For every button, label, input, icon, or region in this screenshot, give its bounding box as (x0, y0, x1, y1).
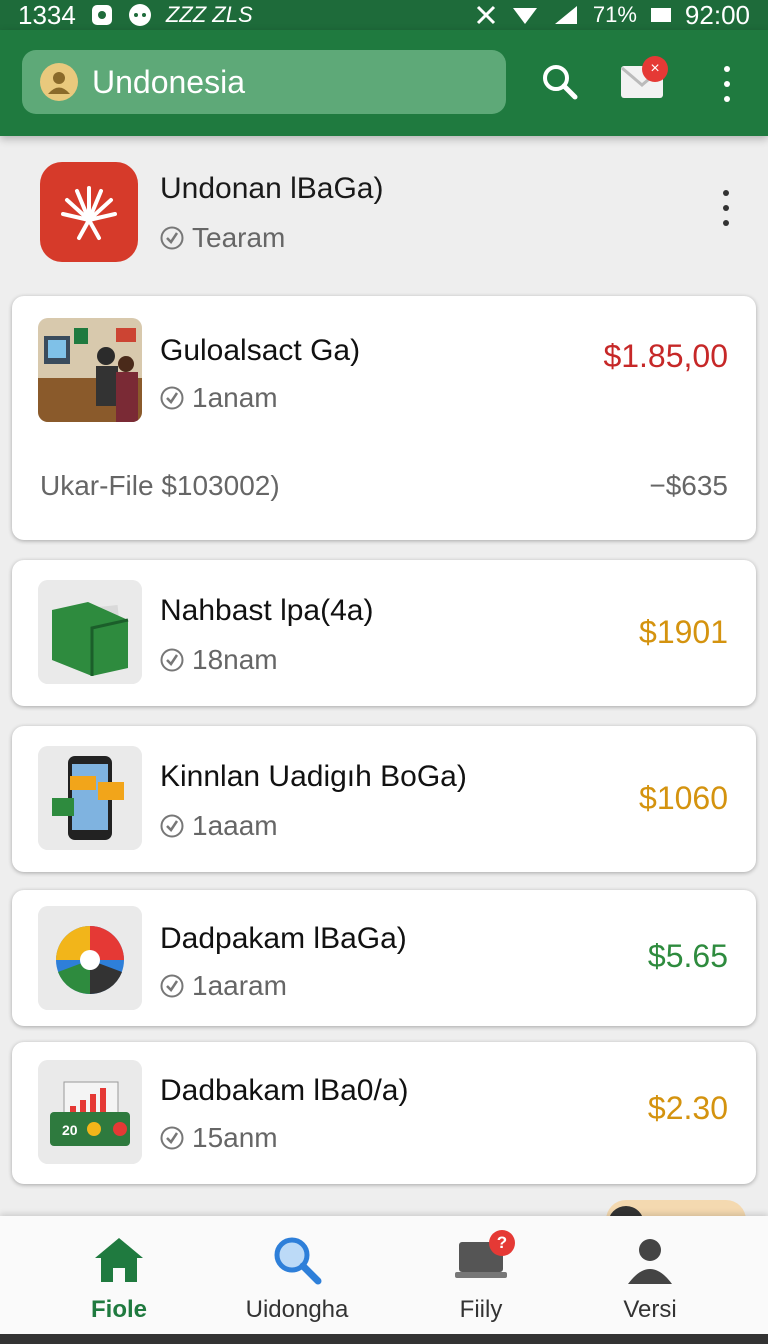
check-circle-icon (160, 974, 184, 998)
folder-thumbnail (38, 580, 142, 684)
card-amount: $1901 (639, 614, 728, 650)
search-icon (543, 65, 578, 100)
account-header: Undonan lBaGa) Tearam (0, 140, 768, 290)
phone-app-thumbnail (38, 746, 142, 850)
check-circle-icon (160, 648, 184, 672)
status-left-text: 1334 (18, 0, 76, 30)
signal-icon (553, 4, 579, 26)
card-amount: $2.30 (647, 1090, 728, 1126)
overflow-menu-icon[interactable] (717, 66, 737, 102)
clock: 92:00 (684, 0, 750, 30)
search-icon (269, 1234, 325, 1286)
nav-item-files[interactable]: ? Fiily (385, 1216, 577, 1344)
pie-chart-thumbnail (38, 906, 142, 1010)
user-avatar-icon[interactable] (40, 63, 78, 101)
check-circle-icon (160, 386, 184, 410)
account-menu-icon[interactable] (716, 190, 736, 226)
account-subtitle: Tearam (160, 222, 285, 254)
account-subtitle-text: Tearam (192, 222, 286, 253)
notification-icon (90, 3, 114, 27)
card-subtitle-text: 15anm (192, 1122, 278, 1153)
search-button[interactable] (532, 54, 588, 110)
card-footer-label: Ukar-File $103002) (40, 470, 280, 501)
card-subtitle: 1aaram (160, 970, 287, 1002)
nav-item-home[interactable]: Fiole (23, 1216, 215, 1344)
transaction-card[interactable]: Guloalsact Ga) 1anam $1.85,00 Ukar-File … (12, 296, 756, 540)
status-bar: 1334 ZZZ ZLS 71% 92:00 (0, 0, 768, 30)
card-subtitle-text: 1aaram (192, 970, 287, 1001)
card-subtitle: 18nam (160, 644, 278, 676)
check-circle-icon (160, 1126, 184, 1150)
battery-percent: 71% (592, 2, 637, 27)
office-photo-thumbnail (38, 318, 142, 422)
search-bar[interactable]: Undonesia (22, 50, 506, 114)
wifi-icon (511, 4, 539, 26)
app-bar: Undonesia × (0, 30, 768, 136)
card-subtitle: 1aaam (160, 810, 278, 842)
check-circle-icon (160, 226, 184, 250)
check-circle-icon (160, 814, 184, 838)
card-footer-amount: −$635 (649, 470, 728, 501)
card-subtitle-text: 18nam (192, 644, 278, 675)
wallet-chart-thumbnail (38, 1060, 142, 1164)
account-title: Undonan lBaGa) (160, 172, 384, 205)
transaction-card[interactable]: Dadpakam lBaGa) 1aaram $5.65 (12, 890, 756, 1026)
game-controller-icon (128, 3, 152, 27)
app-logo-icon (40, 162, 138, 262)
nav-item-search[interactable]: Uidongha (201, 1216, 393, 1344)
nav-badge: ? (489, 1230, 515, 1256)
card-title: Kinnlan Uadigıh BoGa) (160, 760, 467, 793)
nav-label-search: Uidongha (245, 1296, 349, 1323)
card-title: Guloalsact Ga) (160, 334, 361, 367)
thumbnail-label: 20 (62, 1122, 78, 1138)
transaction-card[interactable]: 20 Dadbakam lBa0/a) 15anm $2.30 (12, 1042, 756, 1184)
bottom-navigation: Fiole Uidongha ? Fiily Versi (0, 1216, 768, 1344)
home-icon (91, 1234, 147, 1286)
carrier-text: ZZZ ZLS (165, 2, 253, 27)
person-icon (622, 1234, 678, 1286)
laptop-icon: ? (453, 1230, 515, 1286)
nav-label-files: Fiily (459, 1296, 503, 1323)
nav-item-profile[interactable]: Versi (554, 1216, 746, 1344)
card-subtitle-text: 1aaam (192, 810, 278, 841)
mail-badge: × (642, 56, 668, 82)
card-subtitle: 1anam (160, 382, 278, 414)
battery-icon (650, 8, 671, 22)
card-title: Dadbakam lBa0/a) (160, 1074, 409, 1107)
system-nav-strip (0, 1334, 768, 1344)
card-title: Dadpakam lBaGa) (160, 922, 407, 955)
card-subtitle-text: 1anam (192, 382, 278, 413)
card-amount: $5.65 (647, 938, 728, 974)
mail-button[interactable]: × (614, 54, 670, 110)
transaction-card[interactable]: Kinnlan Uadigıh BoGa) 1aaam $1060 (12, 726, 756, 872)
card-amount: $1060 (639, 780, 728, 816)
card-title: Nahbast lpa(4a) (160, 594, 374, 627)
nav-label-profile: Versi (623, 1296, 677, 1323)
card-subtitle: 15anm (160, 1122, 278, 1154)
search-bar-text: Undonesia (92, 63, 245, 100)
nav-label-home: Fiole (90, 1296, 147, 1323)
mute-icon (475, 4, 497, 26)
card-amount: $1.85,00 (603, 338, 728, 374)
transaction-card[interactable]: Nahbast lpa(4a) 18nam $1901 (12, 560, 756, 706)
